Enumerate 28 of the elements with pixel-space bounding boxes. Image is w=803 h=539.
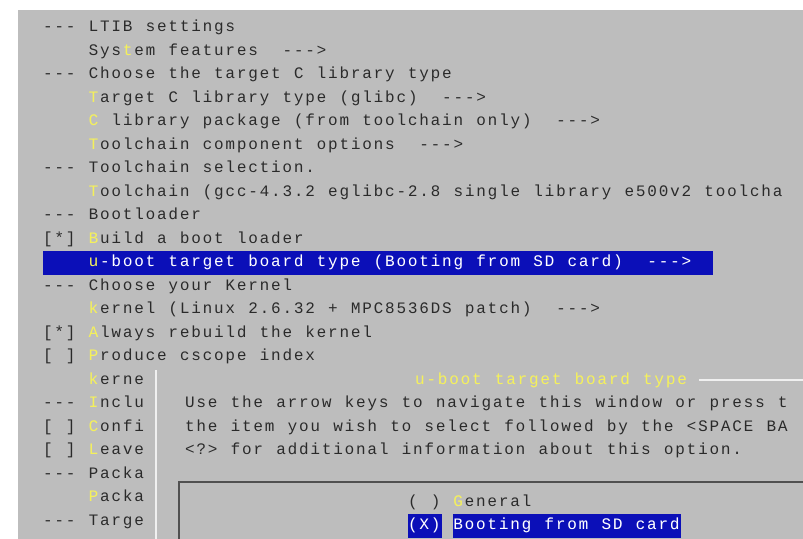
dialog-title: u-boot target board type bbox=[414, 371, 690, 389]
radio-marker[interactable]: (X) bbox=[408, 514, 442, 538]
radio-marker[interactable]: ( ) bbox=[408, 490, 442, 514]
menu-line[interactable]: kerne bbox=[43, 368, 146, 392]
menu-line[interactable]: [ ] Confi bbox=[43, 416, 146, 439]
menu-line[interactable]: C library package (from toolchain only) ---> bbox=[43, 110, 602, 134]
help-text: <?> for additional information about this option. bbox=[185, 440, 745, 461]
menu-line[interactable]: --- Choose your Kernel bbox=[43, 274, 294, 298]
menu-line[interactable]: --- LTIB settings bbox=[43, 16, 237, 40]
menu-line[interactable]: Toolchain (gcc-4.3.2 eglibc-2.8 single library e500v2 toolcha bbox=[43, 180, 784, 204]
menu-line[interactable]: System features ---> bbox=[43, 40, 328, 63]
option-item[interactable]: Booting from SD card bbox=[453, 514, 682, 538]
menu-line[interactable]: kernel (Linux 2.6.32 + MPC8536DS patch) ---> bbox=[43, 298, 602, 322]
help-text: Use the arrow keys to navigate this window or press t bbox=[185, 393, 790, 414]
menu-line[interactable]: --- Targe bbox=[43, 510, 146, 533]
menu-line[interactable]: --- Toolchain selection. bbox=[43, 157, 317, 180]
menu-line[interactable]: Target C library type (glibc) ---> bbox=[43, 86, 488, 110]
menu-line[interactable]: [ ] Leave bbox=[43, 439, 146, 462]
menu-line[interactable]: [*] Always rebuild the kernel bbox=[43, 322, 374, 345]
menu-line[interactable]: Packa bbox=[43, 486, 146, 510]
menu-line[interactable]: --- Choose the target C library type bbox=[43, 63, 454, 86]
help-text: the item you wish to select followed by the <SPACE BA bbox=[185, 416, 790, 438]
option-item[interactable]: General bbox=[453, 490, 534, 514]
menu-line[interactable]: Toolchain component options ---> bbox=[43, 134, 465, 157]
menu-line[interactable]: [*] Build a boot loader bbox=[43, 228, 306, 251]
menu-line[interactable]: --- Bootloader bbox=[43, 204, 203, 228]
menu-line[interactable]: --- Inclu bbox=[43, 392, 146, 416]
menu-line[interactable]: --- Packa bbox=[43, 462, 146, 486]
